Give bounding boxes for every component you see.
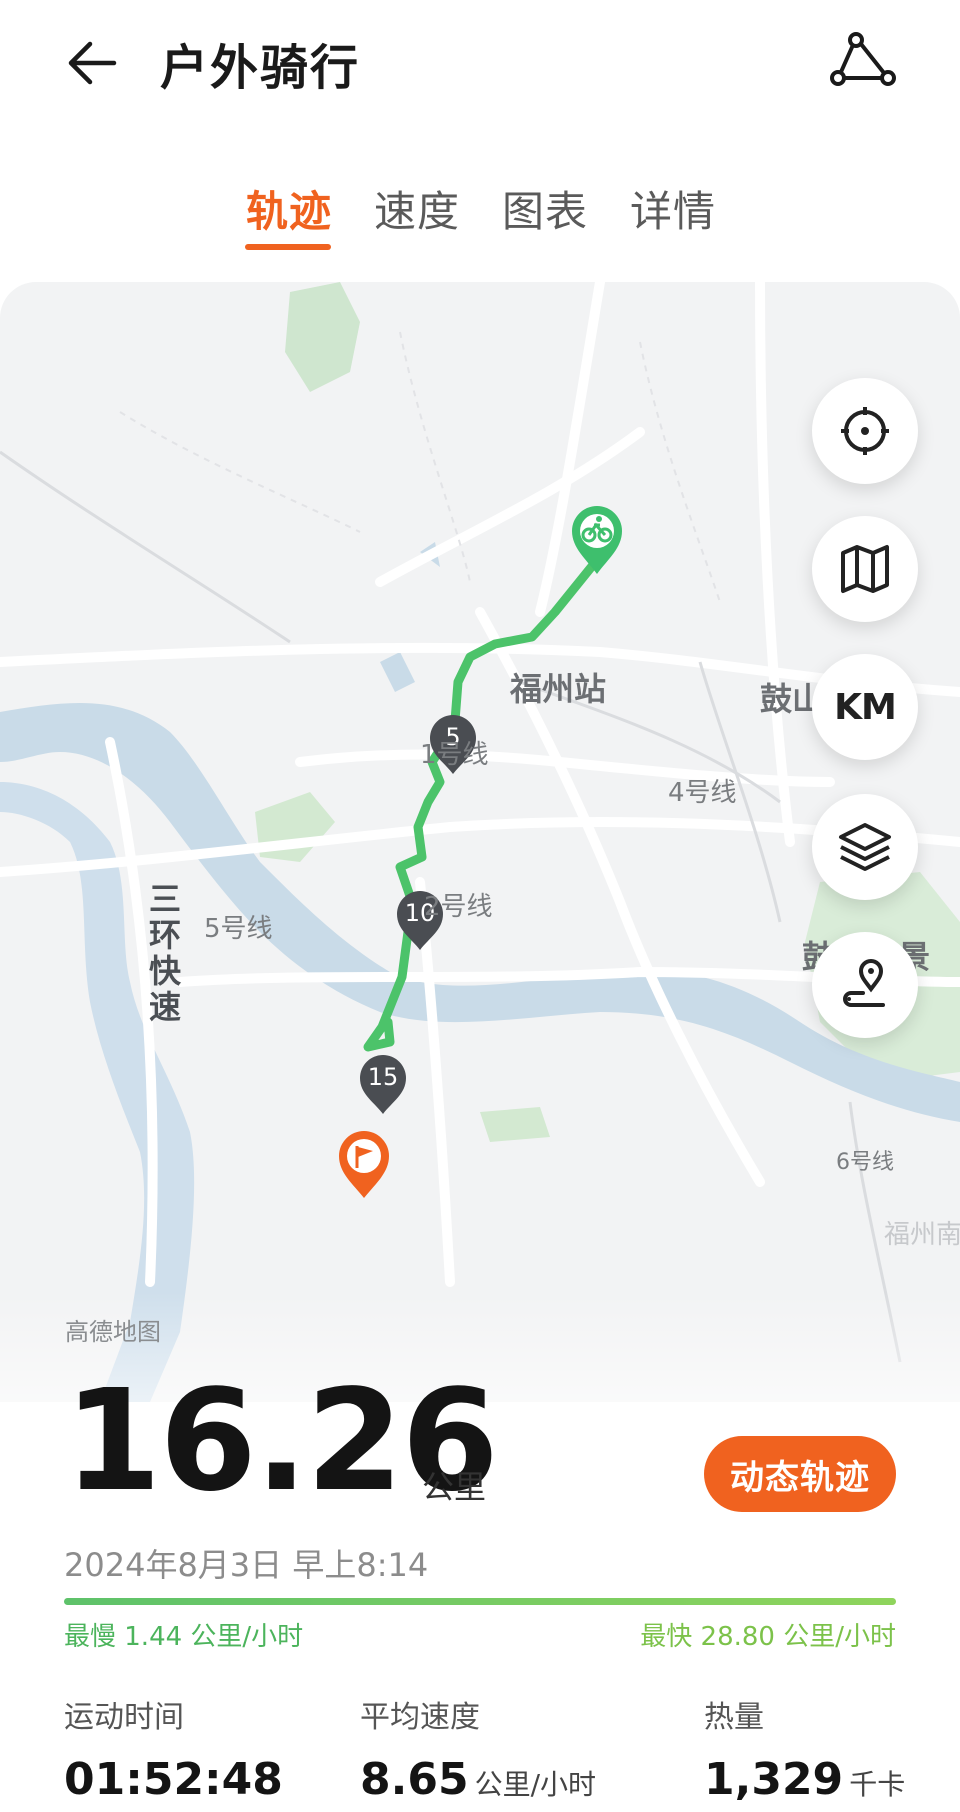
tab-track[interactable]: 轨迹 (246, 178, 332, 239)
locate-icon (841, 407, 889, 455)
speed-range-bar (64, 1598, 896, 1605)
route-pin-icon (843, 959, 885, 1007)
route-map[interactable]: 5 10 15 福州站 鼓山 鼓山风景 1号线 2号线 4号线 5号线 6号线 … (0, 282, 960, 1402)
map-label-line6: 6号线 (836, 1150, 894, 1175)
tab-details[interactable]: 详情 (630, 178, 716, 239)
map-label-line5: 5号线 (204, 914, 273, 944)
metric-number: 8.65 (360, 1754, 469, 1805)
route-share-icon (830, 32, 896, 86)
km-toggle-button[interactable]: KM (812, 654, 918, 760)
metric-unit: 千卡 (849, 1768, 906, 1801)
map-label-line2: 2号线 (424, 892, 493, 922)
dynamic-track-button[interactable]: 动态轨迹 (704, 1436, 896, 1512)
metric-unit: 公里/小时 (474, 1768, 596, 1801)
metric-label: 平均速度 (360, 1700, 480, 1735)
metric-calories: 热量 1,329 千卡 (704, 1692, 905, 1805)
page-title: 户外骑行 (160, 40, 361, 96)
fastest-speed: 最快 28.80 公里/小时 (640, 1622, 896, 1652)
metric-label: 热量 (704, 1700, 764, 1735)
map-label-line4: 4号线 (668, 778, 737, 808)
map-label-ring-road: 三环快速 (144, 882, 182, 1026)
tab-speed[interactable]: 速度 (374, 178, 460, 239)
map-attribution: 高德地图 (65, 1318, 161, 1346)
slowest-speed: 最慢 1.44 公里/小时 (64, 1622, 304, 1652)
arrow-left-icon (68, 41, 117, 85)
tab-bar: 轨迹 速度 图表 详情 (0, 178, 960, 258)
map-label-fuzhou: 福州南 (884, 1220, 960, 1250)
workout-date: 2024年8月3日 早上8:14 (64, 1546, 429, 1584)
locate-button[interactable] (812, 378, 918, 484)
header: 户外骑行 (0, 0, 960, 130)
metric-number: 1,329 (704, 1754, 844, 1805)
layers-button[interactable] (812, 794, 918, 900)
map-label-gushan: 鼓山 (760, 680, 820, 718)
km-toggle-label: KM (834, 686, 897, 728)
tab-active-indicator (245, 244, 331, 250)
map-label-line1: 1号线 (420, 740, 489, 770)
metric-value: 1,329 千卡 (704, 1754, 905, 1805)
layers-icon (839, 823, 891, 871)
metric-avg-speed: 平均速度 8.65 公里/小时 (360, 1692, 596, 1805)
tab-chart[interactable]: 图表 (502, 178, 588, 239)
metric-label: 运动时间 (64, 1700, 184, 1735)
distance-unit: 公里 (422, 1468, 487, 1506)
metric-number: 01:52:48 (64, 1754, 283, 1805)
metric-value: 01:52:48 (64, 1754, 283, 1805)
metric-value: 8.65 公里/小时 (360, 1754, 596, 1805)
metric-duration: 运动时间 01:52:48 (64, 1692, 283, 1805)
map-type-button[interactable] (812, 516, 918, 622)
end-marker-icon (339, 1131, 389, 1198)
map-label-station: 福州站 (510, 670, 607, 708)
back-button[interactable] (62, 30, 128, 96)
km-marker: 15 (358, 1054, 408, 1116)
route-pin-button[interactable] (812, 932, 918, 1038)
start-marker-icon (572, 506, 622, 574)
km-marker-label: 15 (367, 1063, 399, 1091)
map-icon (841, 545, 889, 593)
route-share-button[interactable] (828, 28, 898, 94)
